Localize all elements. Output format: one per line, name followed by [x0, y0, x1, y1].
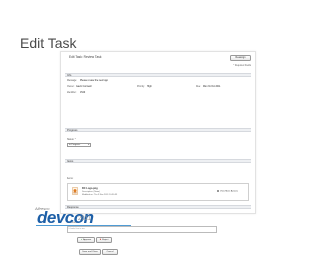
task-title: Edit Task: Review Task: [69, 55, 102, 59]
item-description: Description: (None): [82, 191, 100, 193]
message-value: Please review the new logo: [80, 80, 108, 82]
status-label: Status: *: [67, 139, 76, 141]
info-section-header: Info: [65, 73, 251, 77]
items-section-header: Items: [65, 159, 251, 163]
image-file-icon: [72, 187, 78, 195]
owner-label: Owner:: [67, 86, 75, 88]
identifier-value: 1540: [80, 92, 86, 94]
status-select[interactable]: In Progress ▾: [67, 143, 91, 147]
items-label: Items:: [67, 178, 74, 180]
due-value: Mon 31 Oct 2011: [203, 86, 221, 88]
slide-title: Edit Task: [20, 35, 77, 51]
item-name[interactable]: DC Logo.png: [82, 187, 98, 190]
approve-button[interactable]: ✔ Approve: [77, 237, 95, 243]
reject-button[interactable]: ✖ Reject: [96, 237, 112, 243]
approve-label: Approve: [83, 239, 92, 241]
message-label: Message:: [67, 80, 77, 82]
identifier-label: Identifier:: [67, 92, 77, 94]
required-fields-note: * Required Fields: [233, 65, 251, 67]
chevron-down-icon: ▾: [88, 144, 90, 146]
devcon-year: 2011: [78, 216, 91, 222]
edit-task-panel: Edit Task: Review Task Reassign * Requir…: [60, 51, 256, 255]
reassign-button[interactable]: Reassign: [230, 55, 251, 61]
status-select-value: In Progress: [69, 144, 81, 146]
item-modified: Modified on: Thu 3 Nov 2011 10:30:33: [82, 194, 118, 196]
view-more-actions-link[interactable]: View More Actions: [217, 190, 238, 193]
priority-value: High: [147, 86, 152, 88]
save-and-close-button[interactable]: Save and Close: [79, 249, 101, 255]
logo-underline: [36, 225, 131, 226]
more-actions-icon: [217, 190, 220, 192]
cancel-button[interactable]: Cancel: [102, 249, 118, 255]
progress-section-header: Progress: [65, 128, 251, 132]
view-more-actions-label: View More Actions: [220, 190, 238, 193]
priority-label: Priority:: [137, 86, 145, 88]
item-row: DC Logo.png Description: (None) Modified…: [67, 183, 249, 201]
owner-value: Gavin Cornwell: [76, 86, 92, 88]
due-label: Due:: [196, 86, 201, 88]
reject-label: Reject: [102, 239, 109, 241]
